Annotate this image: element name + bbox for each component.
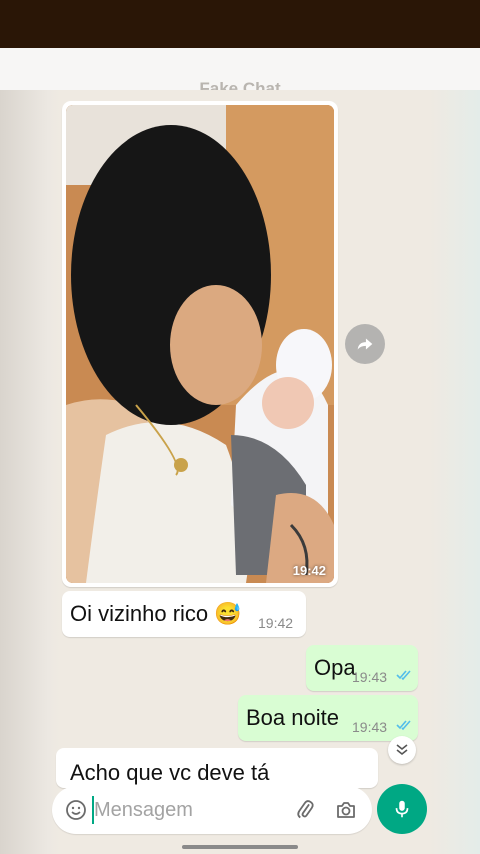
message-outgoing[interactable]: Opa 19:43 bbox=[306, 645, 418, 691]
message-time: 19:42 bbox=[258, 615, 294, 631]
image-timestamp: 19:42 bbox=[292, 563, 326, 578]
home-indicator[interactable] bbox=[182, 845, 298, 849]
forward-icon bbox=[357, 338, 373, 350]
scroll-to-bottom-button[interactable] bbox=[388, 736, 416, 764]
photo[interactable]: 19:42 bbox=[66, 105, 334, 583]
emoji-icon[interactable] bbox=[64, 798, 88, 822]
read-ticks-icon bbox=[396, 670, 411, 681]
forward-button[interactable] bbox=[345, 324, 385, 364]
mic-icon bbox=[395, 800, 409, 818]
message-input[interactable] bbox=[94, 792, 284, 828]
message-incoming[interactable]: Oi vizinho rico 😅 19:42 bbox=[62, 591, 306, 637]
message-time: 19:43 bbox=[352, 719, 388, 735]
image-message[interactable]: 19:42 bbox=[62, 101, 338, 587]
double-chevron-down-icon bbox=[396, 744, 408, 756]
attach-icon[interactable] bbox=[294, 798, 318, 822]
message-text: Acho que vc deve tá bbox=[70, 760, 270, 785]
chat-title: Fake Chat bbox=[199, 79, 281, 90]
message-time: 19:43 bbox=[352, 669, 388, 685]
message-text: Oi vizinho rico 😅 bbox=[70, 601, 242, 626]
voice-message-button[interactable] bbox=[377, 784, 427, 834]
message-incoming[interactable]: Acho que vc deve tá bbox=[56, 748, 378, 788]
message-text: Opa bbox=[314, 655, 356, 680]
message-outgoing[interactable]: Boa noite 19:43 bbox=[238, 695, 418, 741]
status-bar-area bbox=[0, 0, 480, 48]
message-composer bbox=[52, 786, 372, 834]
read-ticks-icon bbox=[396, 720, 411, 731]
message-text: Boa noite bbox=[246, 705, 339, 730]
camera-icon[interactable] bbox=[334, 798, 358, 822]
